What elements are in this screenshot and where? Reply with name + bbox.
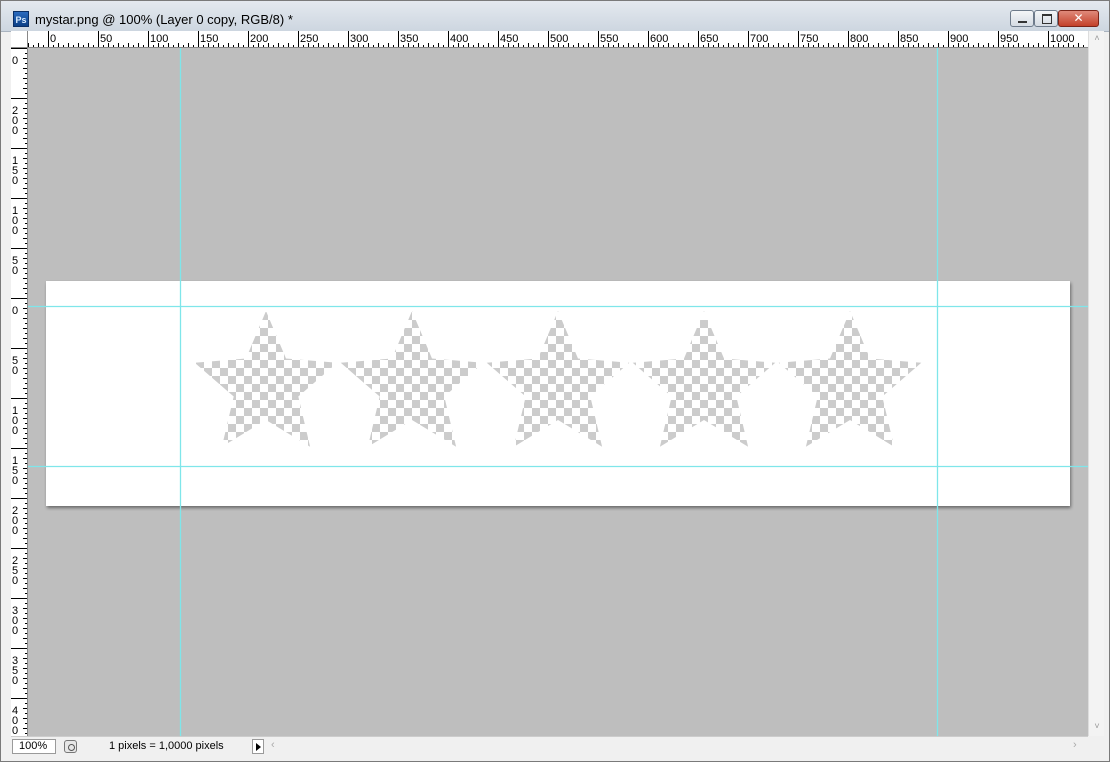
horizontal-ruler[interactable]: 0 50 100 150 200 250 300 350 400 450 500 550 600 650 7… xyxy=(28,31,1088,48)
status-bar: 100% 1 pixels = 1,0000 pixels ‹ › xyxy=(11,736,1104,756)
ruler-label: 250 xyxy=(300,33,318,45)
scroll-left-arrow[interactable]: ‹ xyxy=(271,739,275,751)
document-info-text: 1 pixels = 1,0000 pixels xyxy=(109,740,224,752)
ruler-label: 0 xyxy=(12,525,18,537)
ruler-label: 150 xyxy=(200,33,218,45)
ruler-label: 700 xyxy=(750,33,768,45)
ruler-label: 0 xyxy=(12,55,18,67)
close-icon: ✕ xyxy=(1073,11,1084,25)
scroll-down-arrow[interactable]: ˅ xyxy=(1092,721,1102,731)
status-menu-arrow-button[interactable] xyxy=(252,739,264,754)
ruler-label: 0 xyxy=(12,625,18,637)
ruler-label: 0 xyxy=(12,675,18,687)
close-button[interactable]: ✕ xyxy=(1058,10,1099,27)
ruler-label: 100 xyxy=(150,33,168,45)
ruler-label: 50 xyxy=(100,33,112,45)
status-info-icon[interactable] xyxy=(64,740,77,753)
ruler-label: 0 xyxy=(12,725,18,736)
ruler-label: 350 xyxy=(400,33,418,45)
title-bar[interactable]: Ps mystar.png @ 100% (Layer 0 copy, RGB/… xyxy=(1,1,1109,32)
document-canvas[interactable] xyxy=(28,48,1088,736)
vertical-scrollbar[interactable]: ˄ ˅ xyxy=(1088,31,1104,736)
ruler-label: 200 xyxy=(250,33,268,45)
ruler-label: 0 xyxy=(12,475,18,487)
zoom-level-field[interactable]: 100% xyxy=(12,739,56,754)
ruler-label: 300 xyxy=(350,33,368,45)
ruler-label: 750 xyxy=(800,33,818,45)
horizontal-ruler-ticks: 0 50 100 150 200 250 300 350 400 450 500 550 600 650 7… xyxy=(28,31,1084,47)
ruler-label: 0 xyxy=(12,125,18,137)
vertical-ruler[interactable]: 020015010050050100150200250300350400 xyxy=(11,48,28,736)
vertical-ruler-ticks: 020015010050050100150200250300350400 xyxy=(11,48,27,736)
ruler-label: 600 xyxy=(650,33,668,45)
minimize-button[interactable] xyxy=(1010,10,1034,27)
ruler-label: 0 xyxy=(12,425,18,437)
window-title: mystar.png @ 100% (Layer 0 copy, RGB/8) … xyxy=(35,12,293,27)
resize-grip[interactable] xyxy=(1088,736,1104,756)
ruler-label: 1000 xyxy=(1050,33,1074,45)
ruler-label: 0 xyxy=(50,33,56,45)
ruler-label: 0 xyxy=(12,175,18,187)
ruler-label: 0 xyxy=(12,225,18,237)
ruler-label: 550 xyxy=(600,33,618,45)
scroll-up-arrow[interactable]: ˄ xyxy=(1092,33,1102,43)
ruler-label: 850 xyxy=(900,33,918,45)
ruler-label: 0 xyxy=(12,365,18,377)
restore-button[interactable] xyxy=(1034,10,1058,27)
photoshop-app-icon[interactable]: Ps xyxy=(13,11,29,27)
ruler-label: 0 xyxy=(12,575,18,587)
ruler-label: 450 xyxy=(500,33,518,45)
canvas-area[interactable] xyxy=(28,48,1088,736)
ruler-label: 650 xyxy=(700,33,718,45)
ruler-label: 400 xyxy=(450,33,468,45)
scroll-right-arrow[interactable]: › xyxy=(1073,739,1077,751)
ruler-label: 800 xyxy=(850,33,868,45)
ruler-label: 500 xyxy=(550,33,568,45)
ruler-label: 0 xyxy=(12,265,18,277)
ruler-label: 950 xyxy=(1000,33,1018,45)
ruler-origin[interactable] xyxy=(11,31,28,48)
ruler-label: 900 xyxy=(950,33,968,45)
ruler-label: 0 xyxy=(12,305,18,317)
